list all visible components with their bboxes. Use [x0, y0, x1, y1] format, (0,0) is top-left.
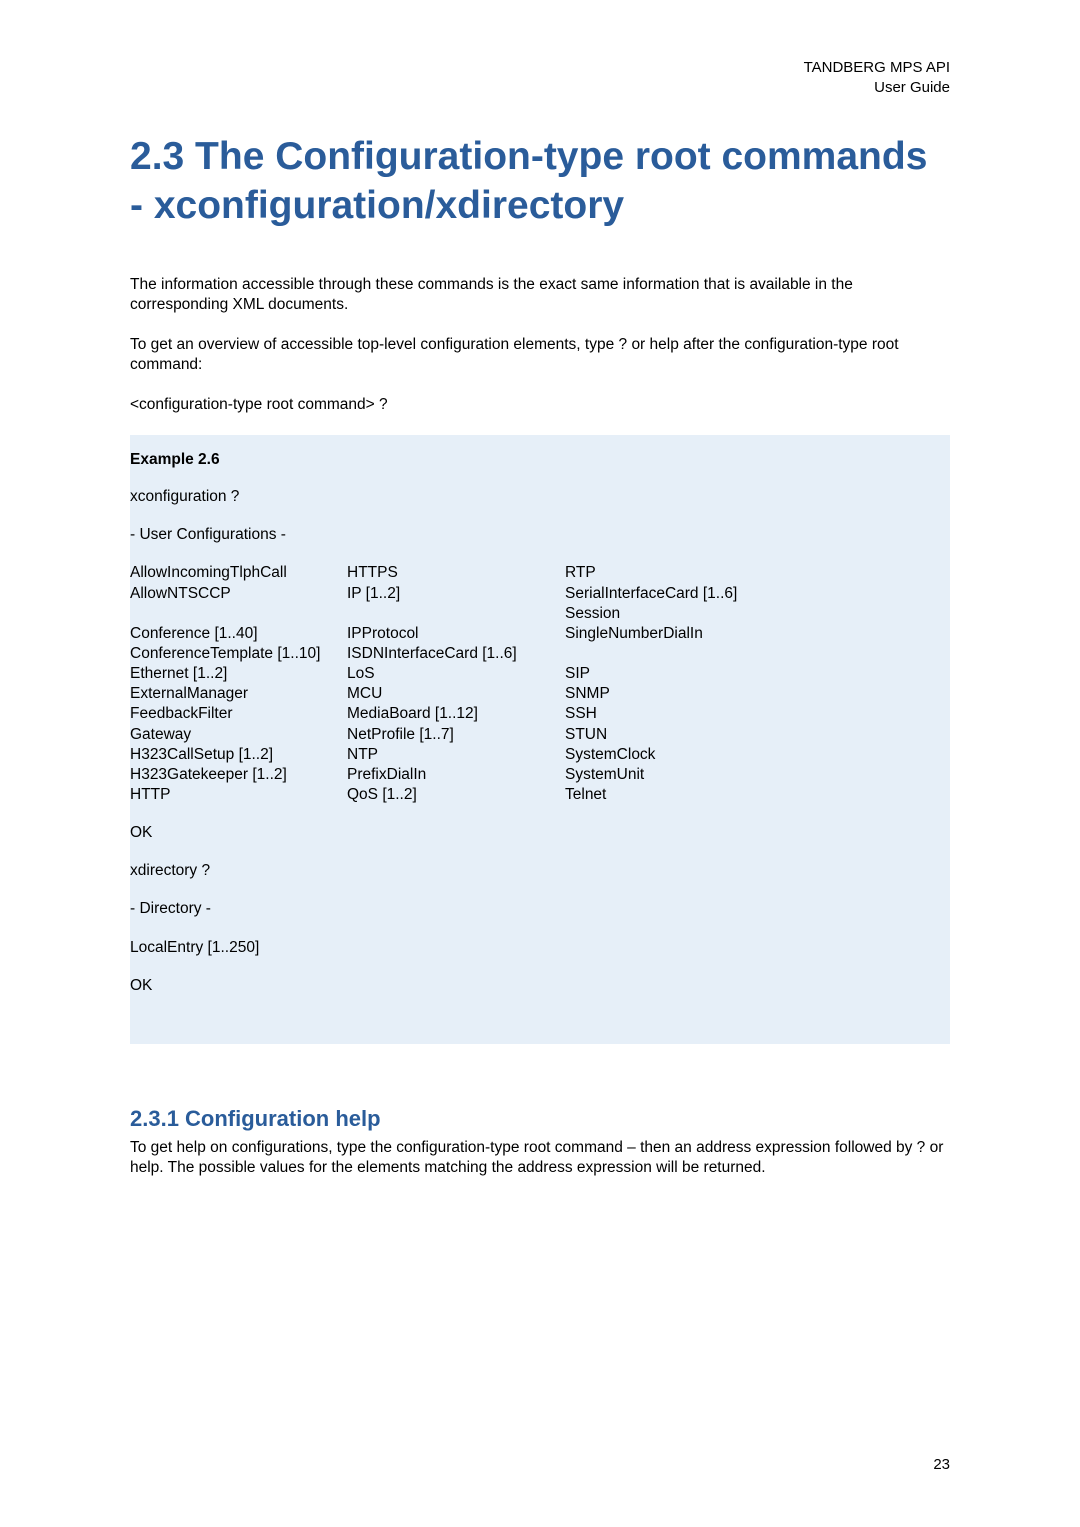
header-line-2: User Guide	[130, 78, 950, 98]
col1-item: Ethernet [1..2]	[130, 664, 347, 684]
col3-item: Telnet	[565, 785, 942, 805]
col2-item: QoS [1..2]	[347, 785, 565, 805]
col2-item: PrefixDialIn	[347, 765, 565, 785]
col2-item: NetProfile [1..7]	[347, 725, 565, 745]
col3-item: SerialInterfaceCard [1..6]	[565, 584, 942, 604]
col2-item: ISDNInterfaceCard [1..6]	[347, 644, 565, 664]
col1-item: H323CallSetup [1..2]	[130, 745, 347, 765]
intro-paragraph-3: <configuration-type root command> ?	[130, 395, 950, 415]
col3-item: Session	[565, 604, 942, 624]
example-ok-2: OK	[130, 976, 942, 996]
example-subheading-1: - User Configurations -	[130, 525, 942, 545]
col1-item: AllowIncomingTlphCall	[130, 563, 347, 583]
col1-item	[130, 604, 347, 624]
example-subheading-2: - Directory -	[130, 899, 942, 919]
col1-item: ExternalManager	[130, 684, 347, 704]
example-entry: LocalEntry [1..250]	[130, 938, 942, 958]
col1-item: Conference [1..40]	[130, 624, 347, 644]
col2-item: MCU	[347, 684, 565, 704]
col1-item: HTTP	[130, 785, 347, 805]
col2-item: LoS	[347, 664, 565, 684]
col3-item	[565, 644, 942, 664]
example-label: Example 2.6	[130, 451, 942, 469]
col3-item: SSH	[565, 704, 942, 724]
col2-item: NTP	[347, 745, 565, 765]
col2-item: IPProtocol	[347, 624, 565, 644]
col1-item: AllowNTSCCP	[130, 584, 347, 604]
example-command-2: xdirectory ?	[130, 861, 942, 881]
intro-paragraph-2: To get an overview of accessible top-lev…	[130, 335, 950, 375]
example-block: Example 2.6 xconfiguration ? - User Conf…	[130, 435, 950, 1044]
col1-item: ConferenceTemplate [1..10]	[130, 644, 347, 664]
col1-item: FeedbackFilter	[130, 704, 347, 724]
col2-item	[347, 604, 565, 624]
intro-paragraph-1: The information accessible through these…	[130, 275, 950, 315]
subsection-title: 2.3.1 Configuration help	[130, 1106, 950, 1132]
example-command-1: xconfiguration ?	[130, 487, 942, 507]
section-title: 2.3 The Configuration-type root commands…	[130, 133, 950, 231]
col3-item: SystemUnit	[565, 765, 942, 785]
page-number: 23	[933, 1456, 950, 1473]
col2-item: HTTPS	[347, 563, 565, 583]
col1-item: H323Gatekeeper [1..2]	[130, 765, 347, 785]
col3-item: SIP	[565, 664, 942, 684]
col3-item: SNMP	[565, 684, 942, 704]
col2-item: MediaBoard [1..12]	[347, 704, 565, 724]
example-ok-1: OK	[130, 823, 942, 843]
col3-item: SingleNumberDialIn	[565, 624, 942, 644]
col3-item: SystemClock	[565, 745, 942, 765]
header-line-1: TANDBERG MPS API	[130, 58, 950, 78]
col3-item: STUN	[565, 725, 942, 745]
col3-item: RTP	[565, 563, 942, 583]
col1-item: Gateway	[130, 725, 347, 745]
col2-item: IP [1..2]	[347, 584, 565, 604]
subsection-body: To get help on configurations, type the …	[130, 1138, 950, 1178]
document-header: TANDBERG MPS API User Guide	[130, 58, 950, 97]
config-columns-table: AllowIncomingTlphCall AllowNTSCCP Confer…	[130, 563, 942, 805]
